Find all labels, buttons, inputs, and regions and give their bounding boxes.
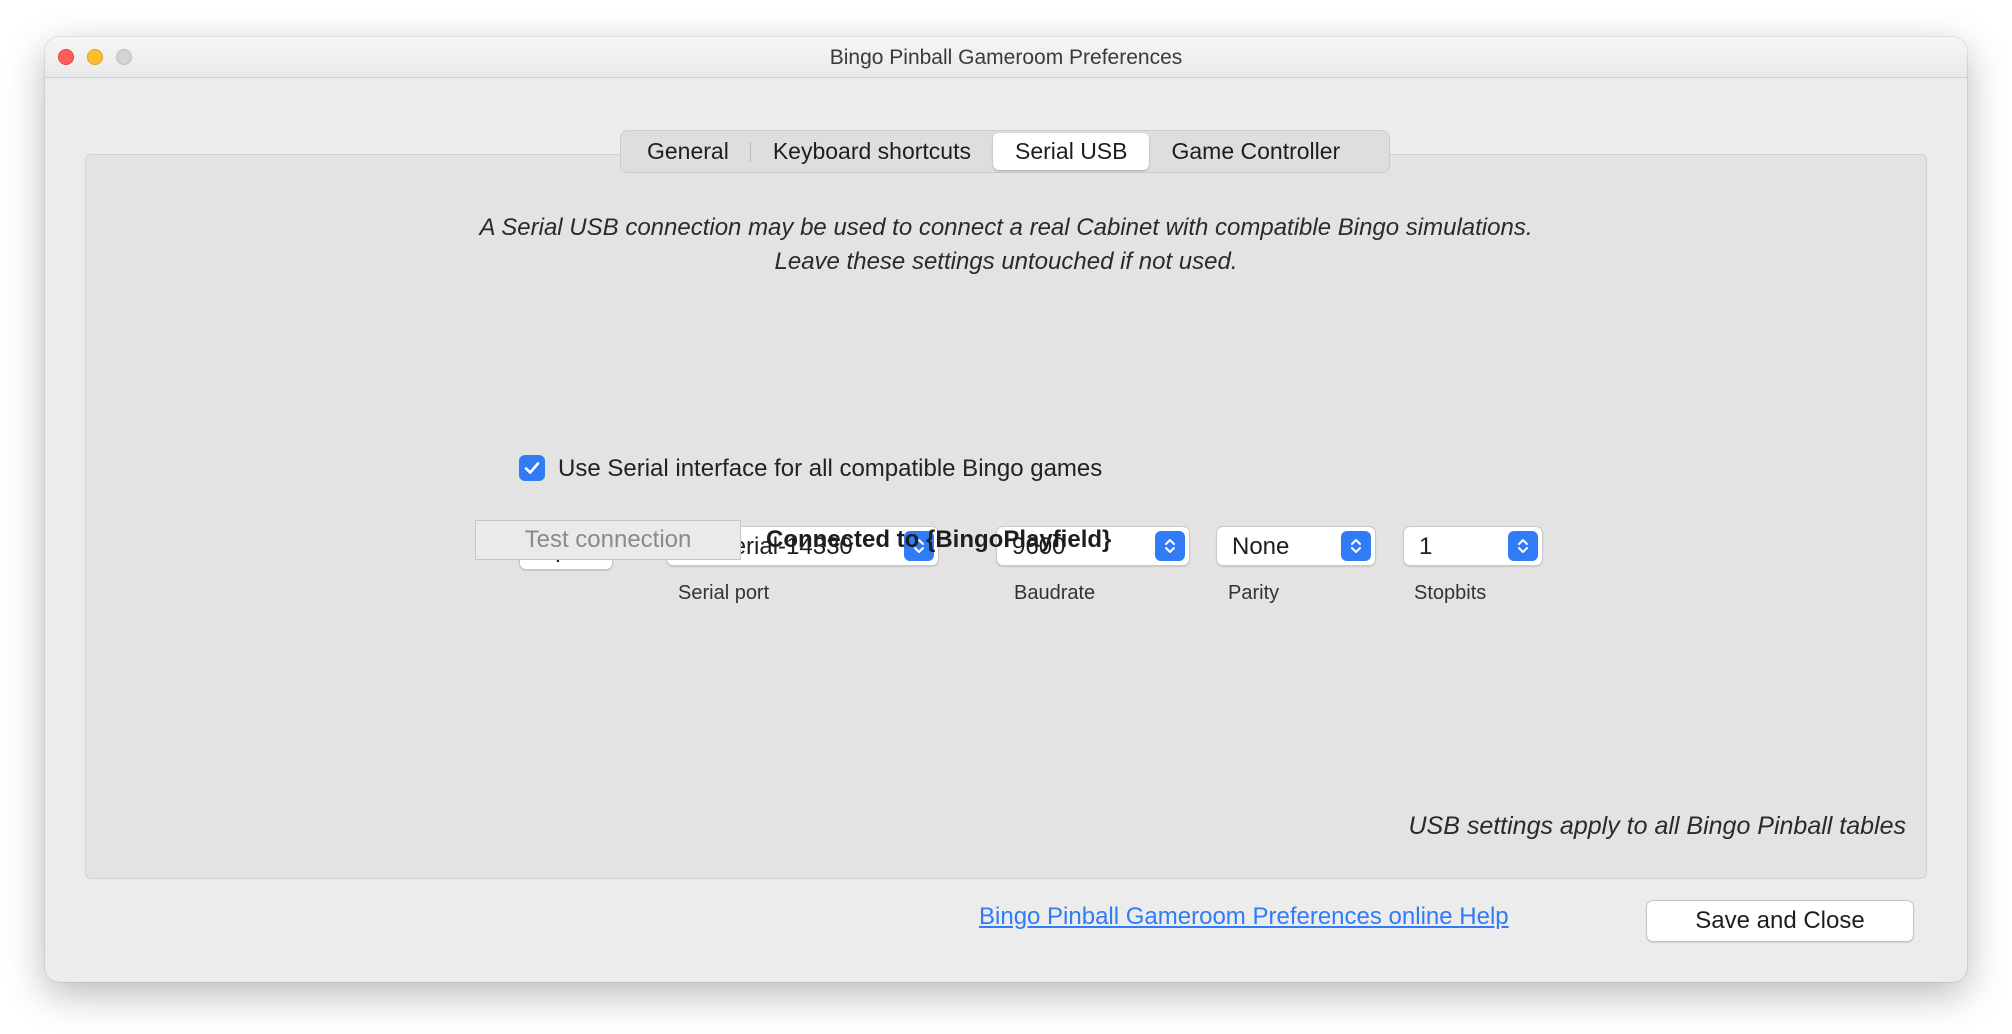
parity-value: None	[1232, 533, 1290, 560]
updown-chevron-icon	[1508, 531, 1538, 561]
intro-text-line-1: A Serial USB connection may be used to c…	[479, 214, 1533, 241]
use-serial-checkbox[interactable]	[519, 455, 545, 481]
checkmark-icon	[524, 462, 540, 474]
updown-chevron-icon	[1155, 531, 1185, 561]
tab-bar: General Keyboard shortcuts Serial USB Ga…	[620, 130, 1390, 173]
stopbits-select[interactable]: 1	[1403, 526, 1543, 566]
serial-port-label: Serial port	[678, 582, 770, 604]
usb-settings-footnote: USB settings apply to all Bingo Pinball …	[1408, 812, 1906, 840]
tab-general[interactable]: General	[625, 133, 751, 170]
test-connection-button[interactable]: Test connection	[475, 520, 741, 560]
tab-game-controller[interactable]: Game Controller	[1149, 133, 1362, 170]
parity-label: Parity	[1228, 582, 1280, 604]
window-title: Bingo Pinball Gameroom Preferences	[829, 46, 1183, 69]
stopbits-value: 1	[1419, 533, 1433, 560]
stopbits-label: Stopbits	[1414, 582, 1487, 604]
updown-chevron-icon	[1341, 531, 1371, 561]
tab-panel: A Serial USB connection may be used to c…	[85, 154, 1927, 879]
tab-serial-usb[interactable]: Serial USB	[993, 133, 1150, 170]
preferences-window: Bingo Pinball Gameroom Preferences A Ser…	[45, 37, 1967, 982]
save-and-close-button[interactable]: Save and Close	[1646, 900, 1914, 942]
tab-keyboard-shortcuts[interactable]: Keyboard shortcuts	[751, 133, 993, 170]
intro-text-line-2: Leave these settings untouched if not us…	[774, 248, 1238, 275]
parity-select[interactable]: None	[1216, 526, 1376, 566]
baudrate-label: Baudrate	[1014, 582, 1096, 604]
online-help-link[interactable]: Bingo Pinball Gameroom Preferences onlin…	[979, 903, 1509, 931]
title-bar: Bingo Pinball Gameroom Preferences	[45, 37, 1967, 78]
connection-status: Connected to {BingoPlayfield}	[766, 526, 1112, 553]
use-serial-label[interactable]: Use Serial interface for all compatible …	[558, 455, 1102, 483]
